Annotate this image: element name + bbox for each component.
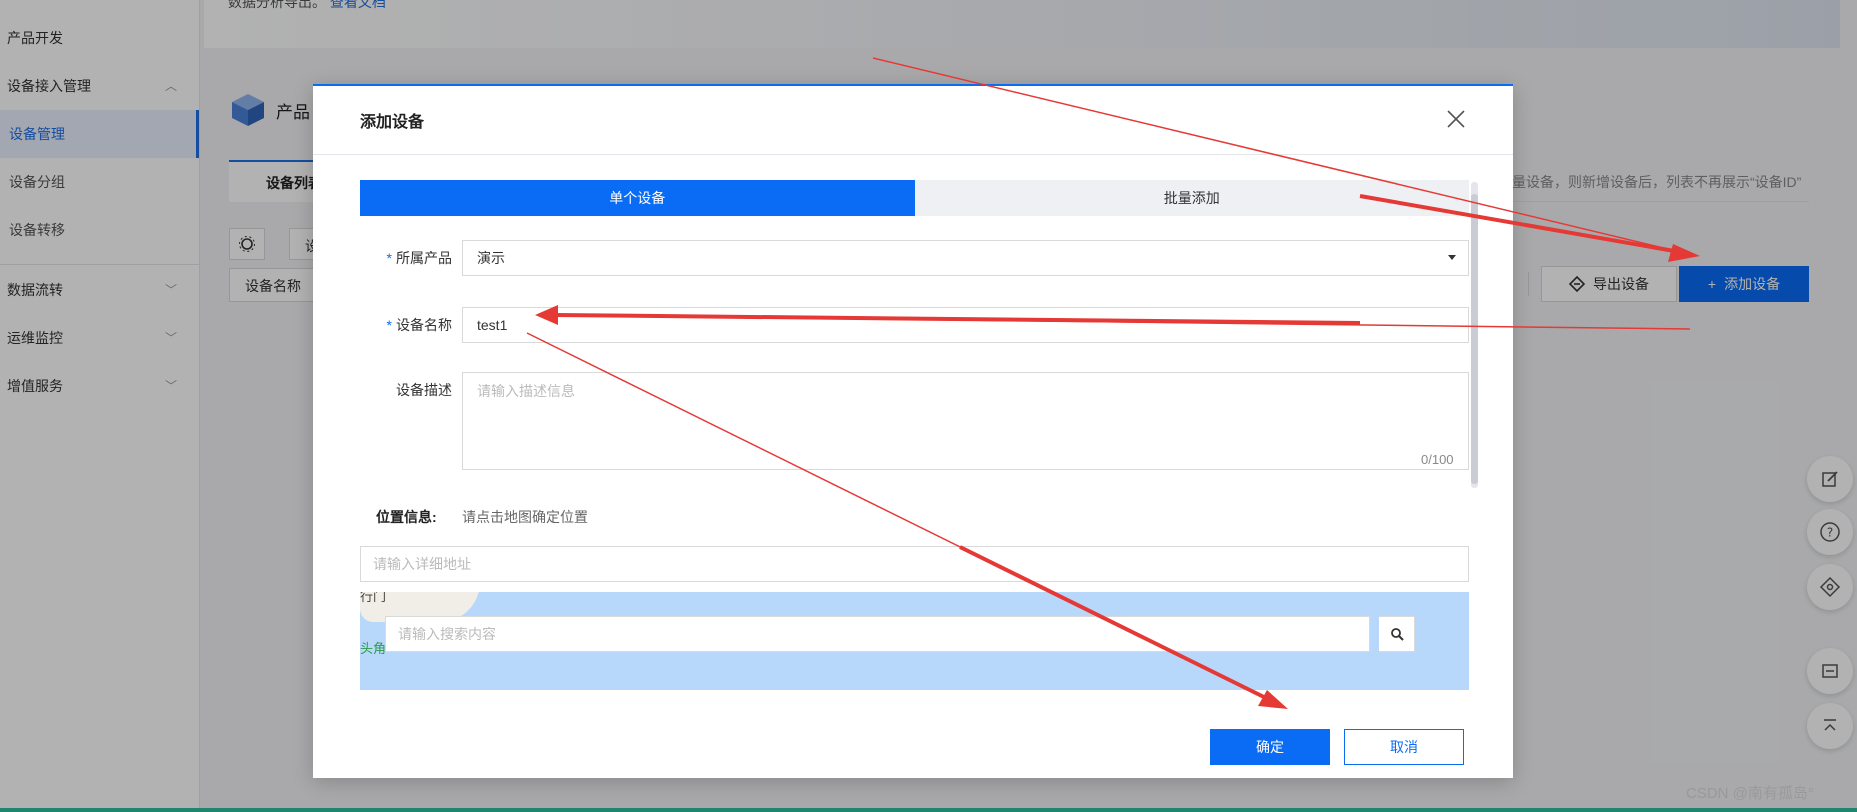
cancel-button[interactable]: 取消 — [1344, 729, 1464, 765]
close-icon[interactable] — [1445, 108, 1467, 130]
description-field-label: 设备描述 — [396, 382, 452, 398]
scrollbar-thumb[interactable] — [1471, 194, 1478, 484]
map-place-label: 行门 — [360, 592, 387, 604]
location-hint: 请点击地图确定位置 — [462, 509, 588, 525]
description-textarea[interactable] — [462, 372, 1469, 470]
dialog-title: 添加设备 — [360, 114, 425, 131]
map-place-label: 头角 — [360, 641, 387, 656]
product-field-label: * 所属产品 — [386, 250, 452, 266]
watermark: CSDN @南有孤岛° — [1686, 785, 1814, 802]
tab-single-device[interactable]: 单个设备 — [360, 180, 915, 216]
map-search-button[interactable] — [1379, 616, 1415, 652]
confirm-button[interactable]: 确定 — [1210, 729, 1330, 765]
location-label: 位置信息: — [376, 509, 437, 525]
name-field-label: * 设备名称 — [386, 317, 452, 333]
address-input[interactable] — [360, 546, 1469, 582]
form-scrollbar[interactable] — [1471, 182, 1478, 488]
product-select[interactable]: 演示 — [462, 240, 1469, 276]
add-device-dialog: 添加设备 单个设备 批量添加 *所属产品 演示 *设备名称 设备描述 0/100… — [313, 84, 1513, 778]
char-counter: 0/100 — [1421, 452, 1454, 467]
add-mode-tabs: 单个设备 批量添加 — [360, 180, 1469, 216]
required-mark: * — [386, 250, 392, 266]
caret-down-icon — [1448, 255, 1456, 260]
device-name-input[interactable] — [462, 307, 1469, 343]
tab-batch-add[interactable]: 批量添加 — [914, 180, 1469, 216]
dialog-header-divider — [313, 154, 1513, 155]
required-mark: * — [386, 317, 392, 333]
map-search-input[interactable] — [385, 616, 1370, 652]
search-icon — [1390, 628, 1404, 641]
